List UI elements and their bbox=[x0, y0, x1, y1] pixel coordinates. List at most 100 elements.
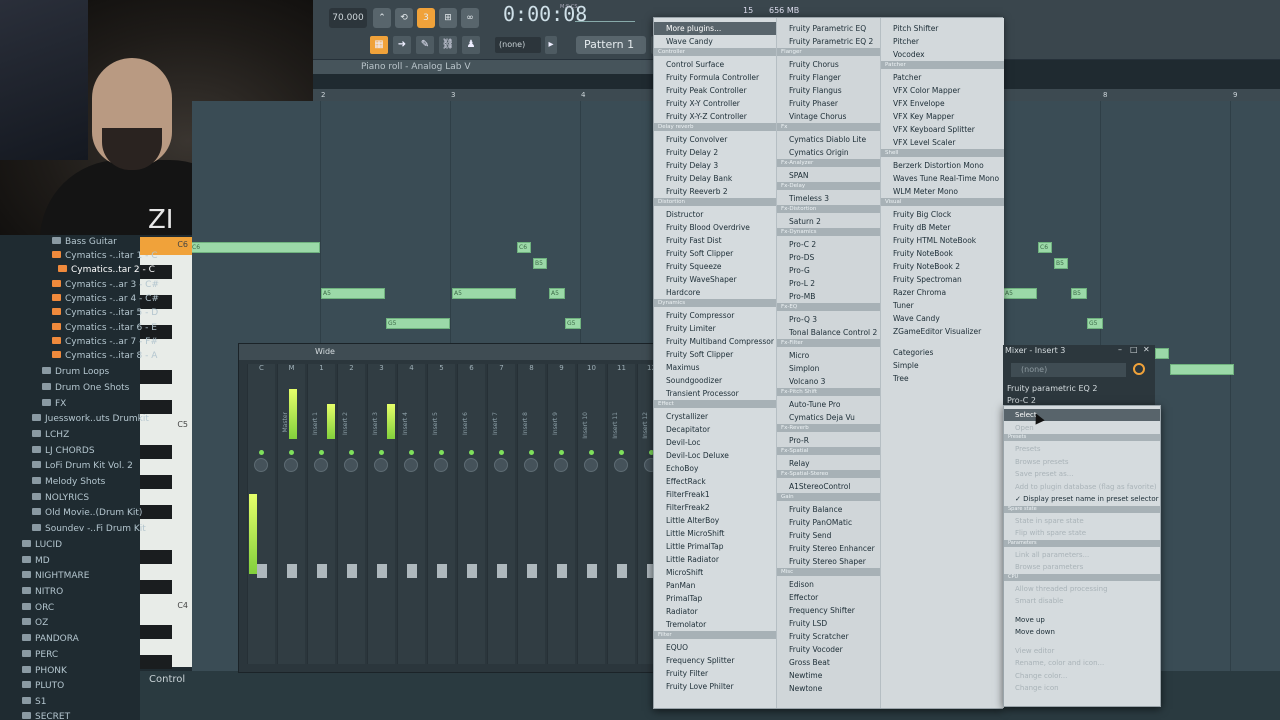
volume-fader[interactable] bbox=[557, 564, 567, 578]
plugin-menu-item[interactable]: Fruity Parametric EQ 2 bbox=[777, 35, 880, 48]
insert-panel[interactable]: Mixer - Insert 3 – □ ✕ (none) Fruity par… bbox=[1003, 345, 1155, 405]
pan-knob[interactable] bbox=[614, 458, 628, 472]
plugin-menu-item[interactable]: Cymatics Diablo Lite bbox=[777, 133, 880, 146]
pencil-tool-icon[interactable]: ✎ bbox=[416, 36, 434, 54]
plugin-menu-item[interactable]: Tremolator bbox=[654, 618, 776, 631]
note[interactable]: C6 bbox=[1038, 242, 1052, 253]
strip-led[interactable] bbox=[589, 450, 594, 455]
mixer-layout-label[interactable]: Wide bbox=[315, 347, 335, 356]
browser-folder[interactable]: PANDORA bbox=[0, 632, 79, 646]
browser-folder[interactable]: FX bbox=[0, 397, 66, 411]
context-menu-item[interactable]: ✓ Display preset name in preset selector bbox=[1004, 493, 1160, 505]
plugin-menu-item[interactable]: Little PrimalTap bbox=[654, 540, 776, 553]
pan-knob[interactable] bbox=[494, 458, 508, 472]
note[interactable]: G5 bbox=[565, 318, 581, 329]
plugin-menu-item[interactable]: Pro-DS bbox=[777, 251, 880, 264]
strip-led[interactable] bbox=[349, 450, 354, 455]
note[interactable]: G5 bbox=[386, 318, 450, 329]
browser-panel[interactable]: Bass Guitar Cymatics -..itar 1 - C Cymat… bbox=[0, 235, 159, 720]
arrow-tool-icon[interactable]: ➜ bbox=[393, 36, 411, 54]
plugin-menu-item[interactable]: Pitch Shifter bbox=[881, 22, 1004, 35]
plugin-menu-item[interactable]: Edison bbox=[777, 578, 880, 591]
pattern-selector[interactable]: Pattern 1 bbox=[576, 36, 646, 54]
plugin-menu-item[interactable]: Fruity LSD bbox=[777, 617, 880, 630]
plugin-menu-item[interactable]: Fruity Stereo Shaper bbox=[777, 555, 880, 568]
browser-pattern[interactable]: Cymatics -..itar 5 - D bbox=[0, 306, 158, 320]
pan-knob[interactable] bbox=[554, 458, 568, 472]
piano-roll-title[interactable]: Piano roll - Analog Lab V bbox=[313, 60, 653, 74]
plugin-menu[interactable]: More plugins... Wave Candy Controller Contr… bbox=[653, 17, 1004, 709]
power-icon[interactable] bbox=[1133, 363, 1145, 375]
plugin-menu-item[interactable]: Fruity dB Meter bbox=[881, 221, 1004, 234]
plugin-menu-item[interactable]: Timeless 3 bbox=[777, 192, 880, 205]
plugin-menu-item[interactable]: ZGameEditor Visualizer bbox=[881, 325, 1004, 338]
strip-led[interactable] bbox=[409, 450, 414, 455]
plugin-menu-item[interactable]: Micro bbox=[777, 349, 880, 362]
browser-pattern[interactable]: Cymatics -..itar 8 - A bbox=[0, 349, 157, 363]
plugin-menu-item[interactable]: Fruity Love Philter bbox=[654, 680, 776, 693]
mixer-strip[interactable]: 10 Insert 10 bbox=[577, 364, 605, 664]
context-menu-item[interactable]: Select bbox=[1004, 409, 1160, 421]
plugin-menu-item[interactable]: Hardcore bbox=[654, 286, 776, 299]
plugin-menu-item[interactable]: Tonal Balance Control 2 bbox=[777, 326, 880, 339]
strip-led[interactable] bbox=[559, 450, 564, 455]
metronome-icon[interactable]: ⌃ bbox=[373, 8, 391, 28]
pan-knob[interactable] bbox=[584, 458, 598, 472]
plugin-menu-item[interactable]: Soundgoodizer bbox=[654, 374, 776, 387]
stamp-tool-icon[interactable]: ♟ bbox=[462, 36, 480, 54]
strip-led[interactable] bbox=[529, 450, 534, 455]
plugin-menu-item[interactable]: Fruity Formula Controller bbox=[654, 71, 776, 84]
strip-led[interactable] bbox=[259, 450, 264, 455]
plugin-menu-item[interactable]: PrimalTap bbox=[654, 592, 776, 605]
mixer-strip[interactable]: 5 Insert 5 bbox=[427, 364, 455, 664]
plugin-menu-item[interactable]: Effector bbox=[777, 591, 880, 604]
volume-fader[interactable] bbox=[467, 564, 477, 578]
note[interactable]: C6 bbox=[190, 242, 320, 253]
strip-led[interactable] bbox=[289, 450, 294, 455]
browser-folder[interactable]: LUCID bbox=[0, 538, 62, 552]
preset-selector[interactable]: (none) bbox=[1011, 363, 1126, 377]
note[interactable]: C6 bbox=[517, 242, 531, 253]
plugin-menu-item[interactable]: Fruity HTML NoteBook bbox=[881, 234, 1004, 247]
volume-fader[interactable] bbox=[287, 564, 297, 578]
plugin-menu-item[interactable]: Fruity NoteBook 2 bbox=[881, 260, 1004, 273]
strip-led[interactable] bbox=[379, 450, 384, 455]
browser-folder[interactable]: Melody Shots bbox=[0, 475, 105, 489]
plugin-menu-item[interactable]: Fruity Limiter bbox=[654, 322, 776, 335]
plugin-menu-item[interactable]: Frequency Shifter bbox=[777, 604, 880, 617]
plugin-menu-item[interactable]: WLM Meter Mono bbox=[881, 185, 1004, 198]
plugin-menu-item[interactable]: Waves Tune Real-Time Mono bbox=[881, 172, 1004, 185]
plugin-menu-item[interactable]: Fruity Parametric EQ bbox=[777, 22, 880, 35]
plugin-menu-item[interactable]: Fruity Reeverb 2 bbox=[654, 185, 776, 198]
plugin-menu-item[interactable]: A1StereoControl bbox=[777, 480, 880, 493]
plugin-menu-item[interactable]: Simplon bbox=[777, 362, 880, 375]
browser-folder[interactable]: S1 bbox=[0, 695, 46, 709]
plugin-menu-item[interactable]: Pitcher bbox=[881, 35, 1004, 48]
plugin-menu-item[interactable]: Fruity Filter bbox=[654, 667, 776, 680]
browser-pattern[interactable]: Cymatics -..ar 3 - C# bbox=[0, 278, 159, 292]
mixer-strip[interactable]: 9 Insert 9 bbox=[547, 364, 575, 664]
browser-folder[interactable]: Old Movie..(Drum Kit) bbox=[0, 506, 142, 520]
browser-folder[interactable]: Drum One Shots bbox=[0, 381, 129, 395]
plugin-menu-item[interactable]: Fruity Convolver bbox=[654, 133, 776, 146]
plugin-menu-item[interactable]: Fruity Compressor bbox=[654, 309, 776, 322]
browser-folder[interactable]: OZ bbox=[0, 616, 48, 630]
plugin-menu-item[interactable]: Devil-Loc bbox=[654, 436, 776, 449]
plugin-menu-item[interactable]: Cymatics Deja Vu bbox=[777, 411, 880, 424]
pan-knob[interactable] bbox=[524, 458, 538, 472]
plugin-menu-item[interactable]: Fruity X-Y-Z Controller bbox=[654, 110, 776, 123]
plugin-menu-item[interactable]: Pro-MB bbox=[777, 290, 880, 303]
pan-knob[interactable] bbox=[434, 458, 448, 472]
plugin-menu-item[interactable]: VFX Level Scaler bbox=[881, 136, 1004, 149]
pan-knob[interactable] bbox=[284, 458, 298, 472]
plugin-menu-item[interactable]: Fruity NoteBook bbox=[881, 247, 1004, 260]
plugin-menu-item[interactable]: Tuner bbox=[881, 299, 1004, 312]
plugin-menu-item[interactable]: Fruity Stereo Enhancer bbox=[777, 542, 880, 555]
volume-fader[interactable] bbox=[377, 564, 387, 578]
plugin-menu-item[interactable]: Saturn 2 bbox=[777, 215, 880, 228]
control-selector[interactable]: Control bbox=[149, 674, 185, 685]
plugin-menu-item[interactable]: Maximus bbox=[654, 361, 776, 374]
fx-slot[interactable]: Fruity parametric EQ 2 bbox=[1007, 383, 1097, 395]
note[interactable]: G5 bbox=[1087, 318, 1103, 329]
plugin-menu-item[interactable]: Fruity Squeeze bbox=[654, 260, 776, 273]
